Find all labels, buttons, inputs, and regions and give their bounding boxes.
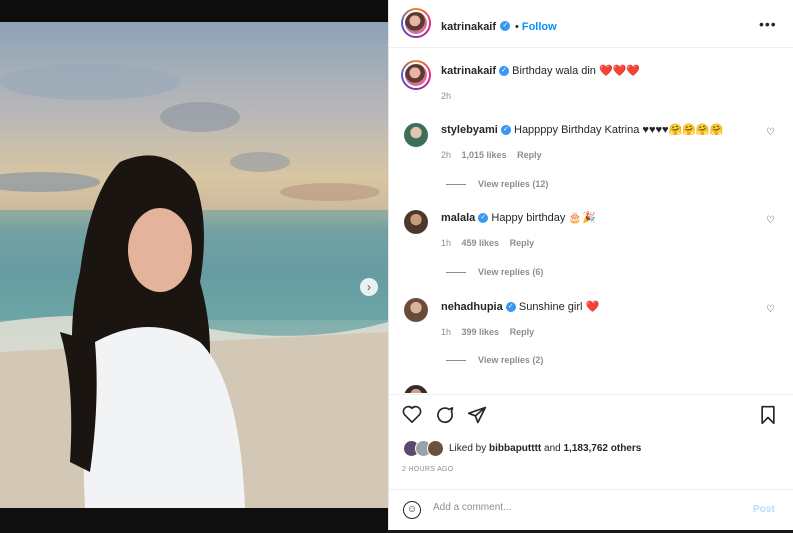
verified-badge-icon: ✓ xyxy=(505,302,516,313)
photo-illustration xyxy=(0,64,388,508)
chevron-right-icon: › xyxy=(367,280,371,294)
view-replies-button[interactable]: View replies (6) xyxy=(446,267,543,277)
comment-like-heart-icon[interactable]: ♡ xyxy=(766,215,775,226)
modal-bottom-strip xyxy=(0,508,388,533)
verified-badge-icon: ✓ xyxy=(478,213,489,224)
liker-avatar xyxy=(427,440,444,457)
caption-username[interactable]: katrinakaif xyxy=(441,65,496,77)
comment-time: 1h xyxy=(441,327,452,337)
verified-badge-icon: ✓ xyxy=(500,20,511,31)
comment-like-heart-icon[interactable]: ♡ xyxy=(766,127,775,138)
liked-by-avatars xyxy=(403,440,447,458)
heart-icon[interactable] xyxy=(402,405,422,428)
post-side-panel: katrinakaif ✓ • Follow ••• katrinakaif ✓… xyxy=(388,0,793,530)
comment-username[interactable]: malala xyxy=(441,212,475,224)
separator-dot: • xyxy=(514,21,522,33)
comment-time: 1h xyxy=(441,238,452,248)
comment-icon[interactable] xyxy=(435,405,455,430)
comment-body: nehadhupia ✓ Sunshine girl ❤️ xyxy=(441,300,599,313)
author-username[interactable]: katrinakaif xyxy=(441,21,496,33)
add-comment-input[interactable] xyxy=(433,502,733,513)
comment-text: Sunshine girl xyxy=(518,301,583,313)
comment-likes[interactable]: 399 likes xyxy=(462,327,500,337)
comments-list: katrinakaif ✓ Birthday wala din ❤️❤️❤️ 2… xyxy=(389,48,793,393)
verified-badge-icon: ✓ xyxy=(500,125,511,136)
commenter-avatar[interactable] xyxy=(404,210,428,234)
verified-badge-icon: ✓ xyxy=(499,66,510,77)
comment-heart-emoji: ❤️ xyxy=(585,301,600,313)
commenter-avatar[interactable] xyxy=(404,385,428,393)
caption-time: 2h xyxy=(441,91,452,101)
liked-by-others[interactable]: 1,183,762 others xyxy=(563,443,641,454)
comment-body: malala ✓ Happy birthday 🎂🎉 xyxy=(441,211,596,224)
share-icon[interactable] xyxy=(467,405,487,430)
view-replies-button[interactable]: View replies (12) xyxy=(446,179,548,189)
post-time-ago[interactable]: 2 HOURS AGO xyxy=(402,466,454,473)
comment-body: stylebyami ✓ Happppy Birthday Katrina ♥♥… xyxy=(441,123,723,136)
liked-by-prefix: Liked by xyxy=(449,443,490,454)
commenter-avatar[interactable] xyxy=(404,123,428,147)
caption-hearts: ❤️❤️❤️ xyxy=(599,65,641,77)
post-photo[interactable]: › xyxy=(0,22,388,508)
comment-meta: 1h 459 likes Reply xyxy=(441,238,534,248)
post-comment-button[interactable]: Post xyxy=(753,504,775,515)
comment-text: Happppy Birthday Katrina ♥♥♥♥🤗🤗🤗🤗 xyxy=(514,124,724,136)
add-comment-bar: ☺ Post xyxy=(389,489,793,530)
liked-by-text: Liked by bibbaputttt and 1,183,762 other… xyxy=(449,443,641,454)
reply-button[interactable]: Reply xyxy=(517,150,542,160)
comment-time: 2h xyxy=(441,150,452,160)
caption-avatar[interactable] xyxy=(401,60,431,90)
view-replies-label: View replies (2) xyxy=(478,355,544,365)
caption-text: Birthday wala din xyxy=(512,65,596,77)
caption: katrinakaif ✓ Birthday wala din ❤️❤️❤️ xyxy=(441,64,640,77)
more-icon[interactable]: ••• xyxy=(759,16,777,32)
comment-meta: 2h 1,015 likes Reply xyxy=(441,150,542,160)
comment-username[interactable]: stylebyami xyxy=(441,124,498,136)
post-actions xyxy=(389,394,793,489)
view-replies-button[interactable]: View replies (2) xyxy=(446,355,543,365)
liked-by-user[interactable]: bibbaputttt xyxy=(489,443,541,454)
view-replies-label: View replies (6) xyxy=(478,267,544,277)
liked-by-and: and xyxy=(541,443,564,454)
emoji-icon[interactable]: ☺ xyxy=(403,501,421,519)
comment-text: Happy birthday 🎂🎉 xyxy=(491,212,596,224)
author-line: katrinakaif ✓ • Follow xyxy=(441,17,557,35)
bookmark-icon[interactable] xyxy=(759,405,777,430)
post-modal: › katrinakaif ✓ • Follow ••• katrinakaif… xyxy=(0,0,793,533)
author-avatar[interactable] xyxy=(401,8,431,38)
comment-likes[interactable]: 459 likes xyxy=(462,238,500,248)
comment-meta: 1h 399 likes Reply xyxy=(441,327,534,337)
comment-likes[interactable]: 1,015 likes xyxy=(462,150,507,160)
next-slide-button[interactable]: › xyxy=(360,278,378,296)
commenter-avatar[interactable] xyxy=(404,298,428,322)
comment-like-heart-icon[interactable]: ♡ xyxy=(766,304,775,315)
follow-button[interactable]: Follow xyxy=(522,21,557,33)
reply-button[interactable]: Reply xyxy=(510,238,535,248)
post-header: katrinakaif ✓ • Follow ••• xyxy=(389,0,793,48)
comment-username[interactable]: nehadhupia xyxy=(441,301,503,313)
reply-button[interactable]: Reply xyxy=(510,327,535,337)
view-replies-label: View replies (12) xyxy=(478,179,549,189)
